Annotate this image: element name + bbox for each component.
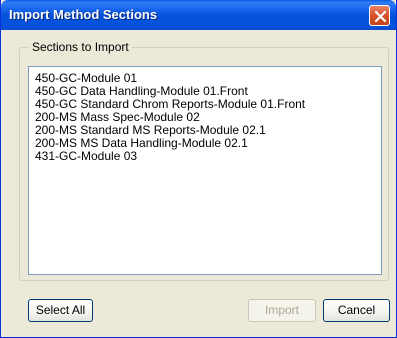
import-dialog: Import Method Sections Sections to Impor… <box>0 0 397 338</box>
sections-group-label: Sections to Import <box>29 40 132 54</box>
dialog-title: Import Method Sections <box>9 7 158 22</box>
close-button[interactable] <box>369 5 390 26</box>
close-icon <box>374 10 387 23</box>
import-button[interactable]: Import <box>248 299 316 322</box>
select-all-button[interactable]: Select All <box>28 299 93 322</box>
sections-list[interactable]: 450-GC-Module 01 450-GC Data Handling-Mo… <box>28 66 382 275</box>
title-bar: Import Method Sections <box>1 0 396 30</box>
list-item[interactable]: 431-GC-Module 03 <box>35 150 137 163</box>
cancel-button[interactable]: Cancel <box>323 299 390 322</box>
